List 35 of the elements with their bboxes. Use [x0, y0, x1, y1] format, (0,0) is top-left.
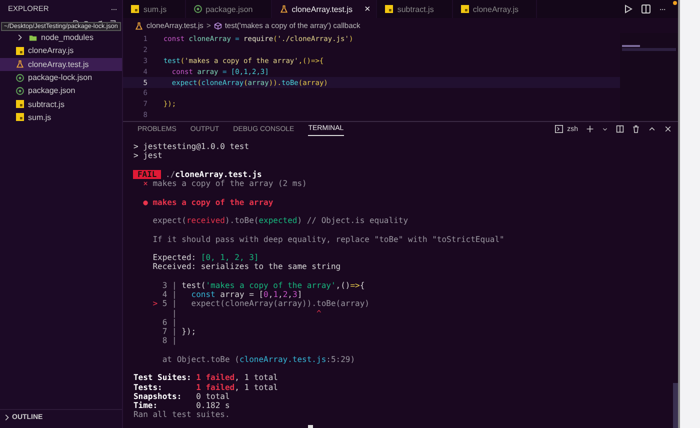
terminal-line: 7 | });	[161, 327, 196, 336]
terminal-line: Snapshots: 0 total	[133, 392, 230, 401]
fail-badge: FAIL	[133, 170, 161, 179]
terminal-line: > jest	[133, 151, 162, 160]
tab-label: cloneArray.js	[472, 4, 518, 14]
file-name: cloneArray.js	[28, 46, 74, 56]
terminal-line: > 5 | expect(cloneArray(array)).toBe(array)	[152, 299, 370, 308]
file-name: sum.js	[28, 112, 52, 122]
terminal-line: 8 |	[161, 336, 177, 346]
terminal-line: ● makes a copy of the array	[142, 198, 274, 207]
file-name: cloneArray.test.js	[28, 60, 89, 69]
terminal-line: Time: 0.182 s	[133, 401, 230, 410]
file-name: subtract.js	[28, 100, 64, 109]
tab-label: cloneArray.test.js	[292, 4, 353, 14]
file-name: package.json	[28, 86, 76, 96]
terminal-line: Ran all test suites.	[133, 410, 230, 420]
tab-label: subtract.js	[397, 4, 434, 14]
terminal-line: at Object.toBe (cloneArray.test.js:5:29)	[161, 354, 356, 364]
file-name: node_modules	[41, 33, 94, 42]
terminal-line: Test Suites: 1 failed, 1 total	[133, 373, 278, 382]
terminal-line: Tests: 1 failed, 1 total	[133, 382, 278, 392]
terminal-line: 3 | test('makes a copy of the array',()=>{	[161, 280, 365, 290]
terminal-line: Received: serializes to the same string	[152, 262, 341, 272]
tab-label: sum.js	[143, 4, 167, 14]
terminal-line: expect(received).toBe(expected) // Object.is equality	[152, 216, 408, 226]
terminal-line: × makes a copy of the array (2 ms)	[142, 179, 307, 188]
terminal-line: 6 |	[161, 318, 177, 327]
terminal-line: Expected: [0, 1, 2, 3]	[152, 253, 259, 262]
terminal-line: ./cloneArray.test.js	[166, 170, 262, 179]
terminal-line: 4 | const array = [0,1,2,3]	[161, 290, 302, 300]
terminal-line: | ^	[171, 308, 322, 318]
terminal-line: > jesttesting@1.0.0 test	[133, 142, 250, 152]
tab-label: package.json	[206, 4, 253, 14]
terminal-line: If it should pass with deep equality, replace "toBe" with "toStrictEqual"	[152, 234, 504, 244]
file-name: package-lock.json	[28, 73, 92, 82]
